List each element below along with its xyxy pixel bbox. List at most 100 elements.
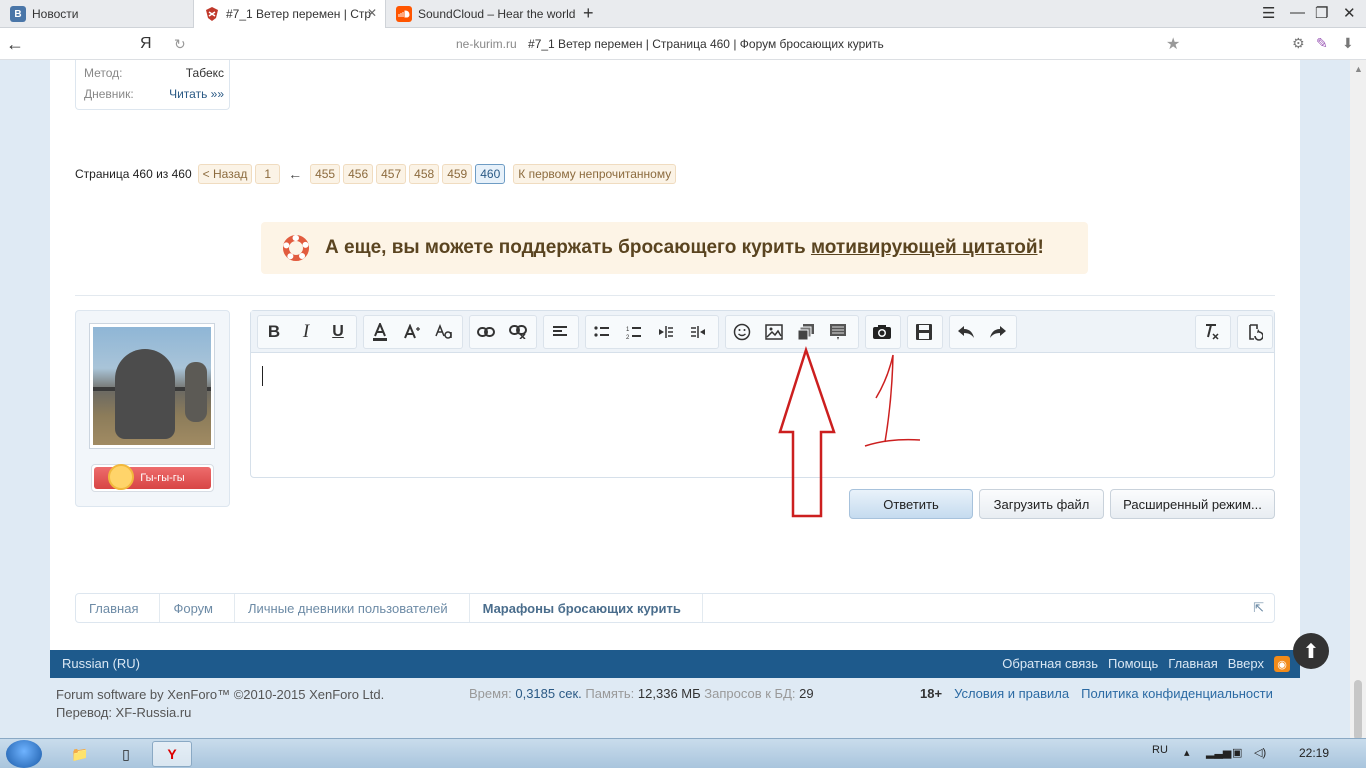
privacy-link[interactable]: Политика конфиденциальности (1081, 686, 1273, 701)
italic-button[interactable]: I (290, 316, 322, 348)
volume-icon[interactable]: ◁) (1254, 746, 1266, 759)
avatar[interactable] (89, 323, 215, 449)
debug-stats: Время: 0,3185 сек. Память: 12,336 МБ Зап… (469, 686, 814, 701)
age-rating: 18+ (920, 686, 943, 701)
page-link[interactable]: 457 (376, 164, 407, 184)
gallery-icon[interactable] (790, 316, 822, 348)
font-size-icon[interactable] (396, 316, 428, 348)
scroll-to-top-icon[interactable]: ⬆ (1293, 633, 1329, 669)
tab-soundcloud[interactable]: SoundCloud – Hear the world (386, 0, 579, 28)
url-page-title: #7_1 Ветер перемен | Страница 460 | Фору… (528, 37, 884, 51)
camera-icon[interactable] (866, 316, 898, 348)
tab-forum[interactable]: #7_1 Ветер перемен | Стр ✕ (193, 0, 386, 28)
outdent-icon[interactable] (650, 316, 682, 348)
first-unread-button[interactable]: К первому непрочитанному (513, 164, 677, 184)
reply-button[interactable]: Ответить (849, 489, 973, 519)
top-link[interactable]: Вверх (1228, 656, 1264, 672)
page-link[interactable]: 459 (442, 164, 473, 184)
page-jump-arrow[interactable]: ← (288, 166, 302, 182)
feedback-link[interactable]: Обратная связь (1002, 656, 1098, 672)
method-value: Табекс (185, 66, 224, 80)
unlink-icon[interactable] (502, 316, 534, 348)
message-editor: B I U 12 (250, 310, 1275, 478)
tab-news[interactable]: В Новости (0, 0, 193, 28)
copyright-text: Forum software by XenForo™ ©2010-2015 Xe… (56, 687, 385, 702)
save-draft-icon[interactable] (908, 316, 940, 348)
numbered-list-icon[interactable]: 12 (618, 316, 650, 348)
underline-button[interactable]: U (322, 316, 354, 348)
help-link[interactable]: Помощь (1108, 656, 1158, 672)
smiley-icon[interactable] (726, 316, 758, 348)
quote-banner: А еще, вы можете поддержать бросающего к… (261, 222, 1088, 274)
page-scrollbar[interactable]: ▲ (1350, 60, 1366, 740)
download-icon[interactable]: ⬇ (1342, 35, 1354, 52)
explorer-icon[interactable]: 📁 (60, 741, 100, 767)
signal-icon[interactable]: ▂▃▅ (1206, 746, 1231, 759)
network-icon[interactable]: ▣ (1232, 746, 1242, 759)
editor-toolbar: B I U 12 (251, 311, 1274, 353)
profile-info-box: Метод: Табекс Дневник: Читать »» (75, 60, 230, 110)
tray-expand-icon[interactable]: ▴ (1184, 746, 1190, 759)
minimize-icon[interactable]: — (1290, 4, 1305, 21)
bullet-list-icon[interactable] (586, 316, 618, 348)
prev-page-button[interactable]: < Назад (197, 164, 253, 184)
page-link[interactable]: 458 (409, 164, 440, 184)
reload-icon[interactable]: ↻ (174, 36, 186, 53)
home-link[interactable]: Главная (1168, 656, 1217, 672)
breadcrumb-home[interactable]: Главная (76, 594, 161, 622)
breadcrumb-forum[interactable]: Форум (160, 594, 235, 622)
breadcrumb-diaries[interactable]: Личные дневники пользователей (235, 594, 470, 622)
yandex-logo[interactable]: Я (140, 35, 152, 53)
page-link-first[interactable]: 1 (255, 164, 281, 184)
scroll-thumb[interactable] (1354, 680, 1362, 740)
diary-link[interactable]: Читать »» (169, 87, 224, 101)
tab-title: SoundCloud – Hear the world (418, 7, 576, 21)
undo-icon[interactable] (950, 316, 982, 348)
redo-icon[interactable] (982, 316, 1014, 348)
page-link[interactable]: 455 (310, 164, 341, 184)
jump-icon[interactable]: ⇱ (1253, 600, 1264, 616)
restore-icon[interactable]: ❐ (1315, 4, 1328, 22)
close-icon[interactable]: ✕ (367, 6, 377, 20)
align-left-icon[interactable] (544, 316, 576, 348)
scroll-up-icon[interactable]: ▲ (1354, 64, 1363, 74)
device-icon[interactable]: ▯ (106, 741, 146, 767)
language-chooser[interactable]: Russian (RU) (62, 656, 140, 671)
remove-format-icon[interactable] (1196, 316, 1228, 348)
avatar-image (93, 327, 211, 445)
yandex-browser-taskbar[interactable]: Y (152, 741, 192, 767)
motivating-quote-link[interactable]: мотивирующей цитатой (811, 237, 1038, 258)
link-icon[interactable] (470, 316, 502, 348)
menu-icon[interactable]: ☰ (1262, 4, 1275, 22)
page-link[interactable]: 456 (343, 164, 374, 184)
bold-button[interactable]: B (258, 316, 290, 348)
tab-title: Новости (32, 7, 79, 21)
breadcrumb-marathons[interactable]: Марафоны бросающих курить (470, 594, 704, 622)
advanced-mode-button[interactable]: Расширенный режим... (1110, 489, 1275, 519)
toggle-bbcode-icon[interactable] (1238, 316, 1270, 348)
terms-link[interactable]: Условия и правила (954, 686, 1069, 701)
input-language[interactable]: RU (1152, 744, 1168, 756)
upload-file-button[interactable]: Загрузить файл (979, 489, 1104, 519)
text-color-icon[interactable] (364, 316, 396, 348)
start-button[interactable] (6, 740, 42, 768)
extension-icon[interactable]: ⚙ (1292, 35, 1305, 52)
indent-icon[interactable] (682, 316, 714, 348)
translation-credit: Перевод: XF-Russia.ru (56, 705, 192, 720)
media-icon[interactable] (822, 316, 854, 348)
pen-extension-icon[interactable]: ✎ (1316, 35, 1328, 52)
new-tab-button[interactable]: + (583, 3, 594, 24)
user-box: Гы-гы-гы (75, 310, 230, 507)
forum-favicon (204, 6, 220, 22)
image-icon[interactable] (758, 316, 790, 348)
method-label: Метод: (84, 66, 123, 80)
rss-icon[interactable]: ◉ (1274, 656, 1290, 672)
text-input-area[interactable] (262, 366, 263, 386)
font-family-icon[interactable] (428, 316, 460, 348)
bookmark-star-icon[interactable]: ★ (1166, 34, 1180, 54)
url-field[interactable]: ne-kurim.ru #7_1 Ветер перемен | Страниц… (456, 37, 884, 51)
clock[interactable]: 22:19 (1299, 746, 1329, 760)
back-arrow-icon[interactable]: ← (6, 34, 24, 55)
close-window-icon[interactable]: ✕ (1343, 4, 1356, 22)
copyright: Forum software by XenForo™ ©2010-2015 Xe… (56, 686, 384, 722)
